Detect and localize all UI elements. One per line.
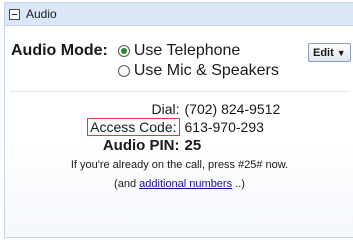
divider: [11, 91, 349, 92]
edit-button[interactable]: Edit ▼: [308, 43, 351, 62]
audio-mode-row: Audio Mode: Use Telephone Use Mic & Spea…: [11, 41, 279, 81]
audio-mode-label: Audio Mode:: [11, 42, 108, 59]
dial-row: Dial: (702) 824-9512: [5, 101, 353, 117]
radio-unchecked-icon[interactable]: [117, 65, 130, 77]
audio-pin-value: 25: [184, 137, 202, 154]
audio-pin-label: Audio PIN:: [102, 137, 180, 154]
access-code-row: Access Code: 613-970-293: [5, 118, 353, 136]
additional-numbers-link[interactable]: additional numbers: [139, 178, 232, 190]
option-use-mic-speakers[interactable]: Use Mic & Speakers: [117, 61, 279, 81]
call-note: If you're already on the call, press #25…: [70, 159, 289, 171]
dial-label: Dial:: [151, 101, 180, 117]
collapse-icon[interactable]: [9, 8, 20, 20]
option-label: Use Telephone: [133, 42, 241, 59]
more-suffix: ..): [235, 178, 245, 190]
panel-title: Audio: [26, 7, 57, 21]
more-prefix: (and: [114, 178, 137, 190]
edit-label: Edit: [313, 46, 334, 59]
caret-down-icon: ▼: [336, 47, 346, 58]
dial-number: (702) 824-9512: [184, 101, 281, 117]
option-label: Use Mic & Speakers: [133, 62, 279, 79]
audio-mode-options: Use Telephone Use Mic & Speakers: [117, 41, 279, 81]
audio-panel: Audio Audio Mode: Use Telephone Use Mic …: [4, 2, 353, 238]
radio-checked-icon[interactable]: [117, 45, 130, 57]
audio-pin-row: Audio PIN: 25: [5, 137, 353, 154]
more-numbers-row: (and additional numbers ..): [5, 178, 353, 190]
option-use-telephone[interactable]: Use Telephone: [117, 41, 279, 61]
access-code-value: 613-970-293: [184, 119, 264, 135]
access-code-label: Access Code:: [87, 118, 180, 136]
panel-header: Audio: [5, 3, 353, 26]
